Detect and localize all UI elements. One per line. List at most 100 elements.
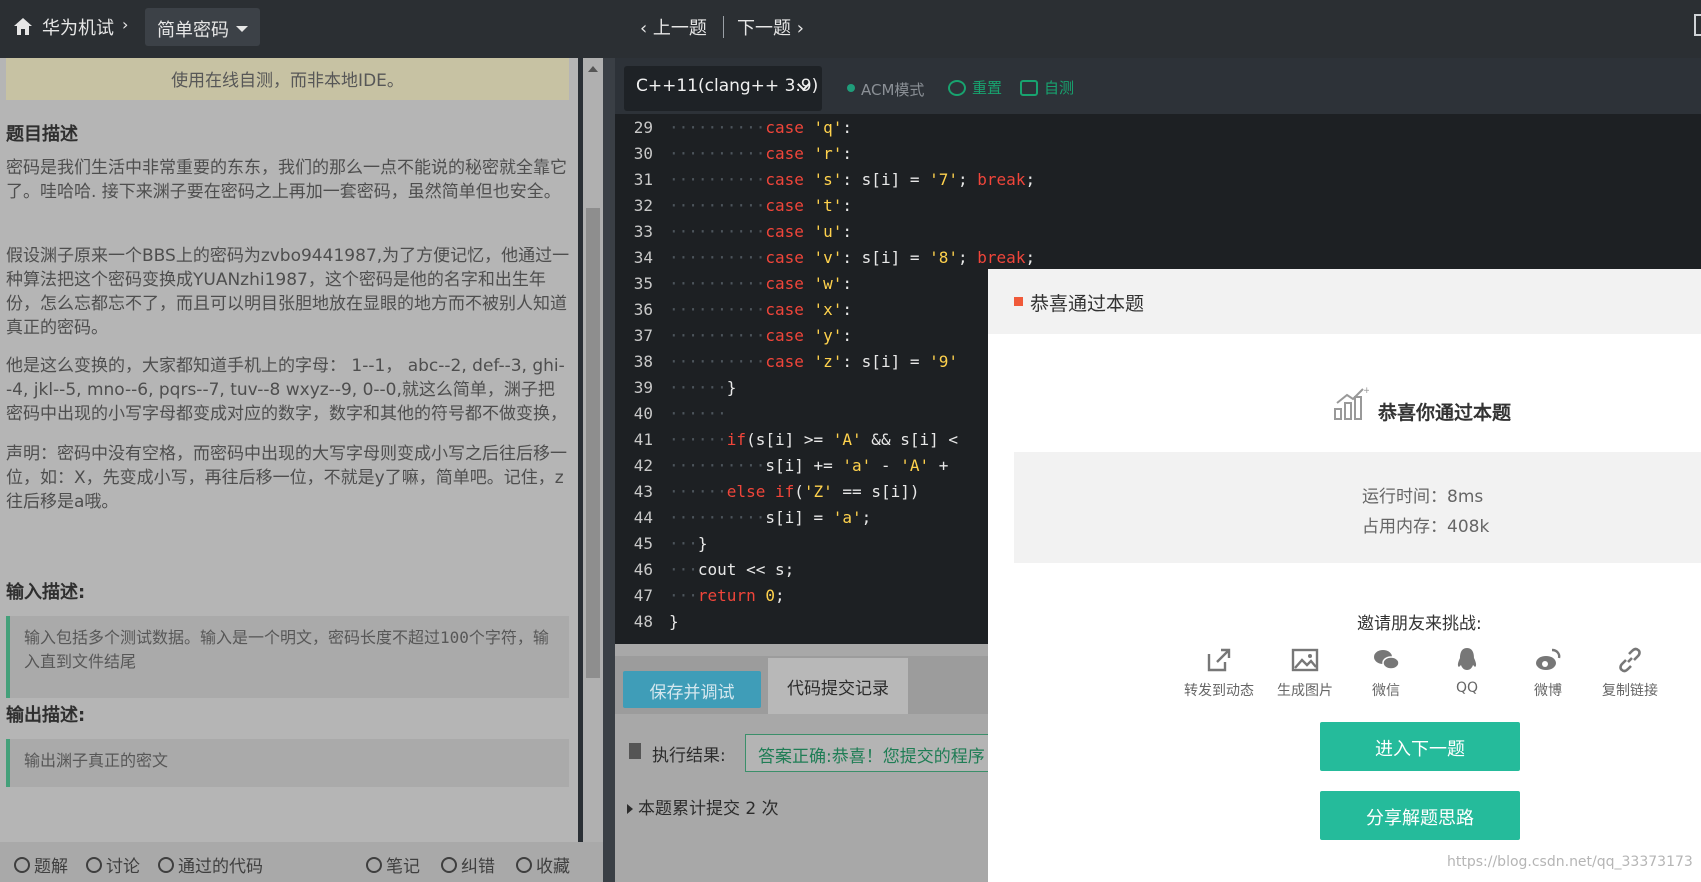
copy-link-button[interactable]: 复制链接 bbox=[1587, 646, 1673, 700]
exec-result-label: 执行结果: bbox=[652, 746, 726, 766]
generate-image-button[interactable]: 生成图片 bbox=[1262, 646, 1348, 700]
code-line[interactable]: 32 ··········case 't': bbox=[615, 196, 852, 222]
code-token: return bbox=[697, 586, 756, 605]
line-number: 47 bbox=[633, 586, 653, 605]
code-token: 'Z' bbox=[803, 482, 833, 501]
code-line[interactable]: 34 ··········case 'v': s[i] = '8'; break; bbox=[615, 248, 1035, 274]
description-paragraph-2: 假设渊子原来一个BBS上的密码为zvbo9441987,为了方便记忆，他通过一种… bbox=[6, 246, 570, 338]
share-label: QQ bbox=[1455, 680, 1479, 696]
code-token: 0 bbox=[765, 586, 775, 605]
indent-guide: ·········· bbox=[669, 326, 766, 345]
code-token: : s[i] = bbox=[842, 170, 930, 189]
code-line[interactable]: 36 ··········case 'x': bbox=[615, 300, 852, 326]
favorite-link[interactable]: 收藏 bbox=[516, 852, 570, 877]
wechat-icon bbox=[1374, 650, 1400, 670]
link-icon bbox=[1619, 647, 1641, 673]
code-line[interactable]: 40 ······ bbox=[615, 404, 727, 430]
line-number: 46 bbox=[633, 560, 653, 579]
code-line[interactable]: 29 ··········case 'q': bbox=[615, 118, 852, 144]
divider bbox=[723, 16, 724, 38]
qq-icon bbox=[1457, 648, 1477, 670]
code-token: (s[i] >= bbox=[746, 430, 833, 449]
code-token: '8' bbox=[929, 248, 959, 267]
code-line[interactable]: 41 ······if(s[i] >= 'A' && s[i] < bbox=[615, 430, 958, 456]
code-token: break bbox=[977, 170, 1026, 189]
solution-link[interactable]: 题解 bbox=[14, 852, 68, 877]
code-line[interactable]: 30 ··········case 'r': bbox=[615, 144, 852, 170]
share-feed-button[interactable]: 转发到动态 bbox=[1176, 646, 1262, 700]
panel-divider[interactable] bbox=[603, 58, 615, 882]
prev-label: 上一题 bbox=[652, 18, 707, 39]
next-question-link[interactable]: 下一题 › bbox=[737, 14, 804, 40]
code-line[interactable]: 44 ··········s[i] = 'a'; bbox=[615, 508, 872, 534]
mode-dropdown[interactable]: 简单密码 bbox=[145, 8, 260, 46]
line-number: 34 bbox=[633, 248, 653, 267]
indent-guide: ··· bbox=[669, 534, 698, 553]
next-question-button[interactable]: 进入下一题 bbox=[1320, 722, 1520, 771]
code-line[interactable]: 39 ······} bbox=[615, 378, 737, 404]
code-token: case bbox=[765, 326, 804, 345]
code-line[interactable]: 46 ···cout << s; bbox=[615, 560, 795, 586]
submission-count-toggle[interactable]: 本题累计提交 2 次 bbox=[627, 794, 779, 819]
share-label: 复制链接 bbox=[1602, 683, 1658, 699]
code-line[interactable]: 35 ··········case 'w': bbox=[615, 274, 852, 300]
code-token: ; bbox=[1025, 170, 1036, 189]
code-token: + bbox=[929, 456, 949, 475]
language-select[interactable]: C++11(clang++ 3.9) bbox=[624, 66, 822, 111]
tab-submit-history[interactable]: 代码提交记录 bbox=[768, 658, 908, 714]
save-and-debug-button[interactable]: 保存并调试 bbox=[623, 671, 761, 708]
discuss-link[interactable]: 讨论 bbox=[86, 852, 140, 877]
code-line[interactable]: 33 ··········case 'u': bbox=[615, 222, 852, 248]
share-out-icon bbox=[1207, 648, 1231, 672]
reset-button[interactable]: 重置 bbox=[948, 77, 1002, 98]
qq-share-button[interactable]: QQ bbox=[1424, 646, 1510, 696]
code-line[interactable]: 43 ······else if('Z' == s[i]) bbox=[615, 482, 920, 508]
code-line[interactable]: 47 ···return 0; bbox=[615, 586, 785, 612]
monitor-icon bbox=[1020, 79, 1038, 96]
runtime-stat: 运行时间：8ms bbox=[1362, 487, 1484, 507]
code-line[interactable]: 31 ··········case 's': s[i] = '7'; break; bbox=[615, 170, 1035, 196]
self-test-button[interactable]: 自测 bbox=[1020, 77, 1074, 98]
passed-code-link[interactable]: 通过的代码 bbox=[158, 852, 263, 877]
code-line[interactable]: 48} bbox=[615, 612, 679, 638]
home-icon[interactable] bbox=[12, 16, 34, 38]
status-dot bbox=[847, 84, 855, 92]
code-token: : bbox=[842, 222, 853, 241]
code-token: else if bbox=[726, 482, 795, 501]
code-token: case bbox=[765, 300, 804, 319]
scrollbar-thumb[interactable] bbox=[586, 208, 600, 678]
line-number: 44 bbox=[633, 508, 653, 527]
stats-panel bbox=[1014, 452, 1701, 563]
discuss-label: 讨论 bbox=[106, 857, 140, 877]
notes-link[interactable]: 笔记 bbox=[366, 852, 420, 877]
share-label: 微信 bbox=[1372, 683, 1400, 699]
code-line[interactable]: 42 ··········s[i] += 'a' - 'A' + bbox=[615, 456, 949, 482]
share-label: 转发到动态 bbox=[1184, 683, 1254, 699]
breadcrumb[interactable]: 华为机试 bbox=[42, 14, 114, 40]
solution-label: 题解 bbox=[34, 857, 68, 877]
wechat-share-button[interactable]: 微信 bbox=[1343, 646, 1429, 700]
prev-question-link[interactable]: ‹ 上一题 bbox=[640, 14, 707, 40]
notes-label: 笔记 bbox=[386, 857, 420, 877]
code-token: case bbox=[765, 144, 804, 163]
code-line[interactable]: 45 ···} bbox=[615, 534, 708, 560]
code-token: : bbox=[842, 144, 853, 163]
share-solution-button[interactable]: 分享解题思路 bbox=[1320, 791, 1520, 840]
caret-down-icon bbox=[236, 26, 248, 32]
acm-mode-label[interactable]: ACM模式 bbox=[861, 79, 924, 100]
weibo-share-button[interactable]: 微博 bbox=[1505, 646, 1591, 700]
code-token: 'v' bbox=[813, 248, 843, 267]
problem-scrollbar[interactable] bbox=[583, 58, 603, 842]
code-line[interactable]: 38 ··········case 'z': s[i] = '9' bbox=[615, 352, 958, 378]
code-line[interactable]: 37 ··········case 'y': bbox=[615, 326, 852, 352]
code-token: : bbox=[842, 300, 853, 319]
header-marker bbox=[1014, 297, 1023, 306]
scroll-up-icon[interactable] bbox=[588, 66, 598, 72]
favorite-label: 收藏 bbox=[536, 857, 570, 877]
line-number: 48 bbox=[633, 612, 653, 631]
correction-link[interactable]: 纠错 bbox=[441, 852, 495, 877]
code-token: 'A' bbox=[832, 430, 862, 449]
